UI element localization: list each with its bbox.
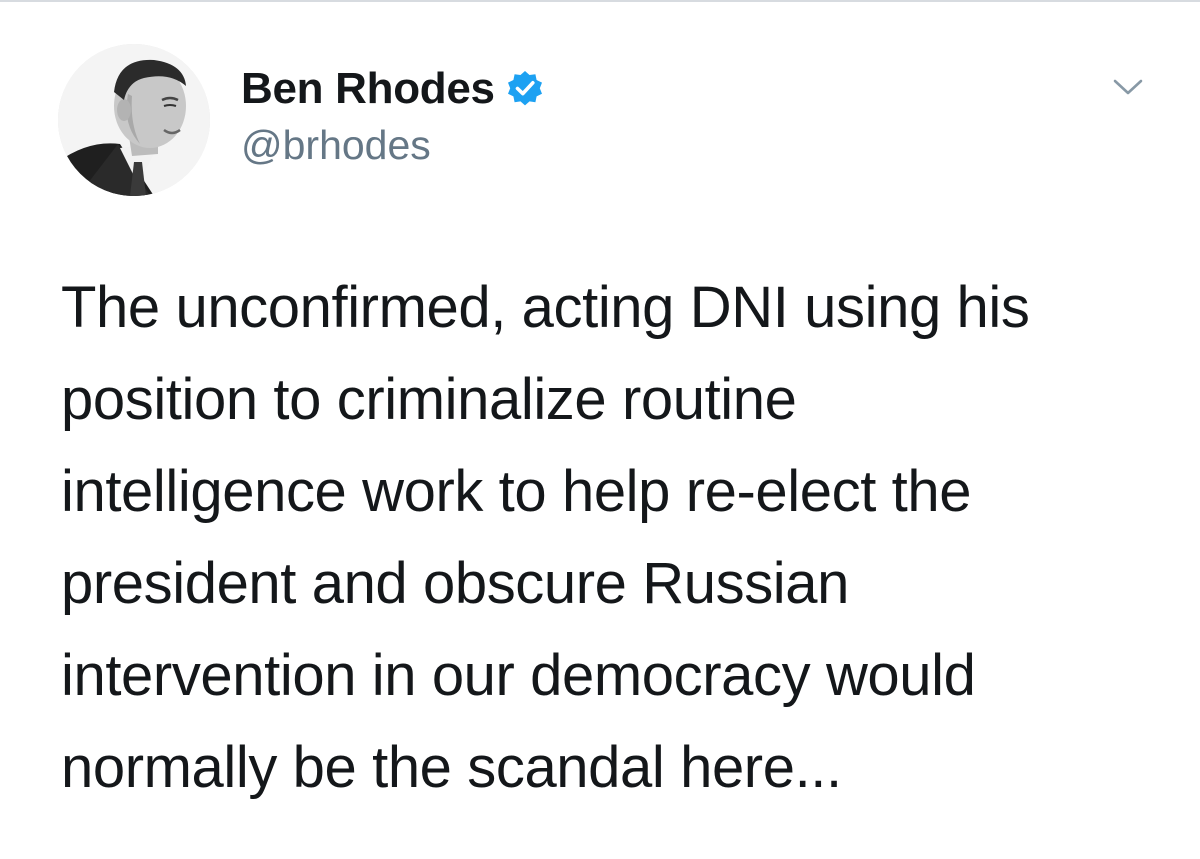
top-divider bbox=[0, 0, 1200, 2]
author-handle[interactable]: @brhodes bbox=[241, 122, 431, 169]
chevron-down-icon[interactable] bbox=[1112, 76, 1144, 98]
display-name[interactable]: Ben Rhodes bbox=[241, 64, 495, 114]
verified-badge-icon bbox=[507, 71, 542, 106]
profile-photo-icon bbox=[58, 44, 210, 196]
author-name-row[interactable]: Ben Rhodes bbox=[241, 64, 545, 114]
tweet-text: The unconfirmed, acting DNI using his po… bbox=[61, 275, 1030, 800]
avatar[interactable] bbox=[58, 44, 210, 196]
